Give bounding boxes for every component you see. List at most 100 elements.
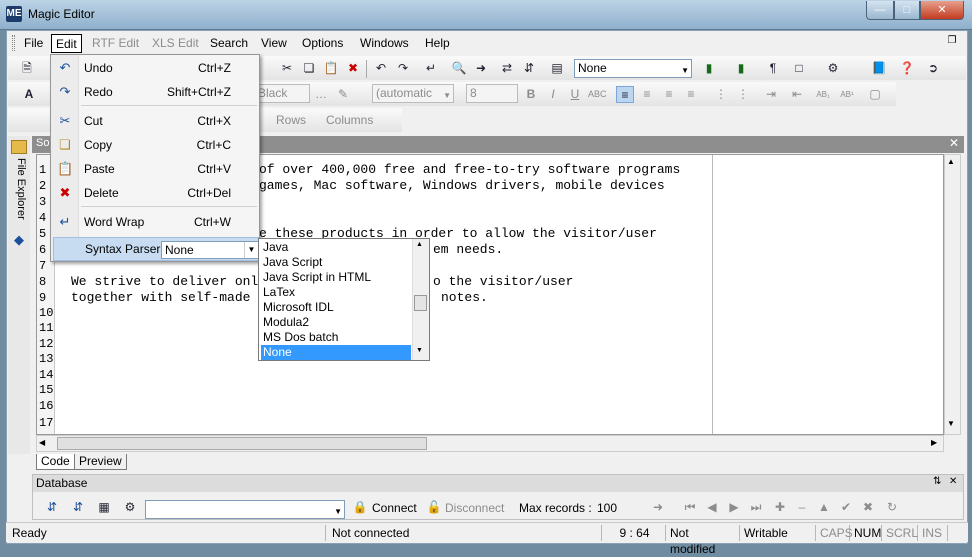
- parser-option[interactable]: Java: [261, 240, 411, 255]
- word-wrap-icon[interactable]: ↵: [422, 60, 440, 77]
- file-explorer-tab[interactable]: File Explorer: [11, 158, 27, 228]
- disconnect-button[interactable]: Disconnect: [445, 501, 504, 515]
- subscript-icon[interactable]: AB₁: [814, 86, 832, 103]
- bullets-icon[interactable]: ⋮: [712, 86, 730, 103]
- menu-help[interactable]: Help: [421, 34, 454, 53]
- parser-option[interactable]: LaTex: [261, 285, 411, 300]
- new-file-icon[interactable]: 🗎: [18, 60, 36, 77]
- insert-image-icon[interactable]: ▢: [866, 86, 884, 103]
- numbering-icon[interactable]: ⋮: [734, 86, 752, 103]
- refresh-icon[interactable]: ↻: [883, 499, 901, 516]
- parser-option[interactable]: Microsoft IDL: [261, 300, 411, 315]
- menu-view[interactable]: View: [257, 34, 291, 53]
- underline-icon[interactable]: U: [566, 86, 584, 103]
- background-color-combo[interactable]: (automatic ▼: [372, 84, 454, 103]
- next-record-icon[interactable]: ▶: [725, 499, 743, 516]
- confirm-icon[interactable]: ✔: [837, 499, 855, 516]
- menu-item-paste[interactable]: 📋 Paste Ctrl+V: [51, 158, 259, 180]
- bookmark-icon[interactable]: ▮: [700, 60, 718, 77]
- db-grid-icon[interactable]: ▦: [95, 499, 113, 516]
- scroll-up-icon[interactable]: ▲: [416, 241, 423, 248]
- cancel-icon[interactable]: ✖: [859, 499, 877, 516]
- scroll-thumb[interactable]: [414, 295, 427, 311]
- vertical-scrollbar[interactable]: ▲ ▼: [944, 154, 961, 435]
- db-source-combo[interactable]: ▼: [145, 500, 345, 519]
- scroll-left-icon[interactable]: ◀: [39, 438, 45, 447]
- copy-icon[interactable]: ❏: [300, 60, 318, 77]
- menu-item-redo[interactable]: ↷ Redo Shift+Ctrl+Z: [51, 81, 259, 103]
- columns-button[interactable]: Columns: [326, 113, 373, 127]
- help-icon[interactable]: ❓: [898, 60, 916, 77]
- connect-button[interactable]: Connect: [372, 501, 417, 515]
- bookmarks-tab-icon[interactable]: ◆: [11, 232, 27, 248]
- db-sort-icon[interactable]: ⇵: [43, 499, 61, 516]
- scroll-right-icon[interactable]: ▶: [931, 438, 937, 447]
- menu-xls-edit[interactable]: XLS Edit: [148, 34, 203, 53]
- chevron-down-icon[interactable]: ▼: [244, 242, 258, 258]
- close-doc-icon[interactable]: ✕: [946, 136, 962, 152]
- db-filter-icon[interactable]: ⇵: [69, 499, 87, 516]
- menu-search[interactable]: Search: [206, 34, 252, 53]
- menu-windows[interactable]: Windows: [356, 34, 413, 53]
- close-panel-icon[interactable]: ✕: [949, 476, 957, 487]
- parser-option[interactable]: MS Dos batch: [261, 330, 411, 345]
- menu-item-cut[interactable]: ✂ Cut Ctrl+X: [51, 110, 259, 132]
- menu-file[interactable]: File: [20, 34, 47, 53]
- highlight-icon[interactable]: ✎: [334, 86, 352, 103]
- scroll-down-icon[interactable]: ▼: [416, 347, 423, 354]
- align-center-icon[interactable]: ≡: [638, 86, 656, 103]
- strikethrough-icon[interactable]: ABC: [588, 86, 607, 103]
- paste-icon[interactable]: 📋: [322, 60, 340, 77]
- prev-record-icon[interactable]: ◀: [703, 499, 721, 516]
- menu-options[interactable]: Options: [298, 34, 347, 53]
- max-records-input[interactable]: 100: [597, 501, 645, 515]
- redo-icon[interactable]: ↷: [394, 60, 412, 77]
- app-icon[interactable]: ME: [6, 6, 22, 22]
- menu-item-word-wrap[interactable]: ↵ Word Wrap Ctrl+W: [51, 211, 259, 233]
- grip-handle[interactable]: [12, 35, 15, 51]
- scroll-down-icon[interactable]: ▼: [947, 419, 955, 428]
- cut-icon[interactable]: ✂: [278, 60, 296, 77]
- text-color-combo[interactable]: Black: [254, 84, 310, 103]
- replace-icon[interactable]: ⇄: [498, 60, 516, 77]
- goto-icon[interactable]: ⇵: [520, 60, 538, 77]
- minimize-button[interactable]: —: [866, 1, 894, 20]
- pin-icon[interactable]: ⇅: [933, 476, 941, 487]
- folder-icon[interactable]: [11, 140, 27, 154]
- connect-icon[interactable]: 🔒: [351, 499, 369, 516]
- pilcrow-icon[interactable]: ¶: [764, 60, 782, 77]
- menu-item-syntax-parser[interactable]: Syntax Parser None ▼: [53, 237, 260, 261]
- bold-icon[interactable]: B: [522, 86, 540, 103]
- justify-icon[interactable]: ≡: [682, 86, 700, 103]
- color-picker-icon[interactable]: …: [312, 86, 330, 103]
- syntax-icon[interactable]: ▤: [548, 60, 566, 77]
- maximize-button[interactable]: □: [894, 1, 920, 20]
- align-left-icon[interactable]: ≡: [616, 86, 634, 103]
- execute-icon[interactable]: ➜: [649, 499, 667, 516]
- exit-icon[interactable]: ➲: [924, 60, 942, 77]
- move-up-icon[interactable]: ▲: [815, 499, 833, 516]
- indent-icon[interactable]: ⇥: [762, 86, 780, 103]
- menu-edit[interactable]: Edit: [51, 34, 82, 53]
- list-scrollbar[interactable]: ▲ ▼: [412, 239, 429, 360]
- align-right-icon[interactable]: ≡: [660, 86, 678, 103]
- italic-icon[interactable]: I: [544, 86, 562, 103]
- horizontal-scrollbar[interactable]: ◀ ▶: [36, 435, 944, 452]
- bookmark-next-icon[interactable]: ▮: [732, 60, 750, 77]
- parser-option[interactable]: Modula2: [261, 315, 411, 330]
- menu-rtf-edit[interactable]: RTF Edit: [88, 34, 143, 53]
- parser-option[interactable]: Java Script in HTML: [261, 270, 411, 285]
- book-icon[interactable]: 📘: [870, 60, 888, 77]
- superscript-icon[interactable]: AB¹: [838, 86, 856, 103]
- add-record-icon[interactable]: ✚: [771, 499, 789, 516]
- close-window-button[interactable]: ✕: [920, 1, 964, 20]
- db-settings-icon[interactable]: ⚙: [121, 499, 139, 516]
- scroll-up-icon[interactable]: ▲: [947, 157, 955, 166]
- doc-tab[interactable]: So: [34, 137, 51, 152]
- parser-option[interactable]: Java Script: [261, 255, 411, 270]
- find-next-icon[interactable]: ➜: [472, 60, 490, 77]
- menu-item-copy[interactable]: ❏ Copy Ctrl+C: [51, 134, 259, 156]
- font-size-combo[interactable]: 8: [466, 84, 518, 103]
- page-setup-icon[interactable]: □: [790, 60, 808, 77]
- syntax-parser-combo[interactable]: None ▼: [161, 241, 260, 259]
